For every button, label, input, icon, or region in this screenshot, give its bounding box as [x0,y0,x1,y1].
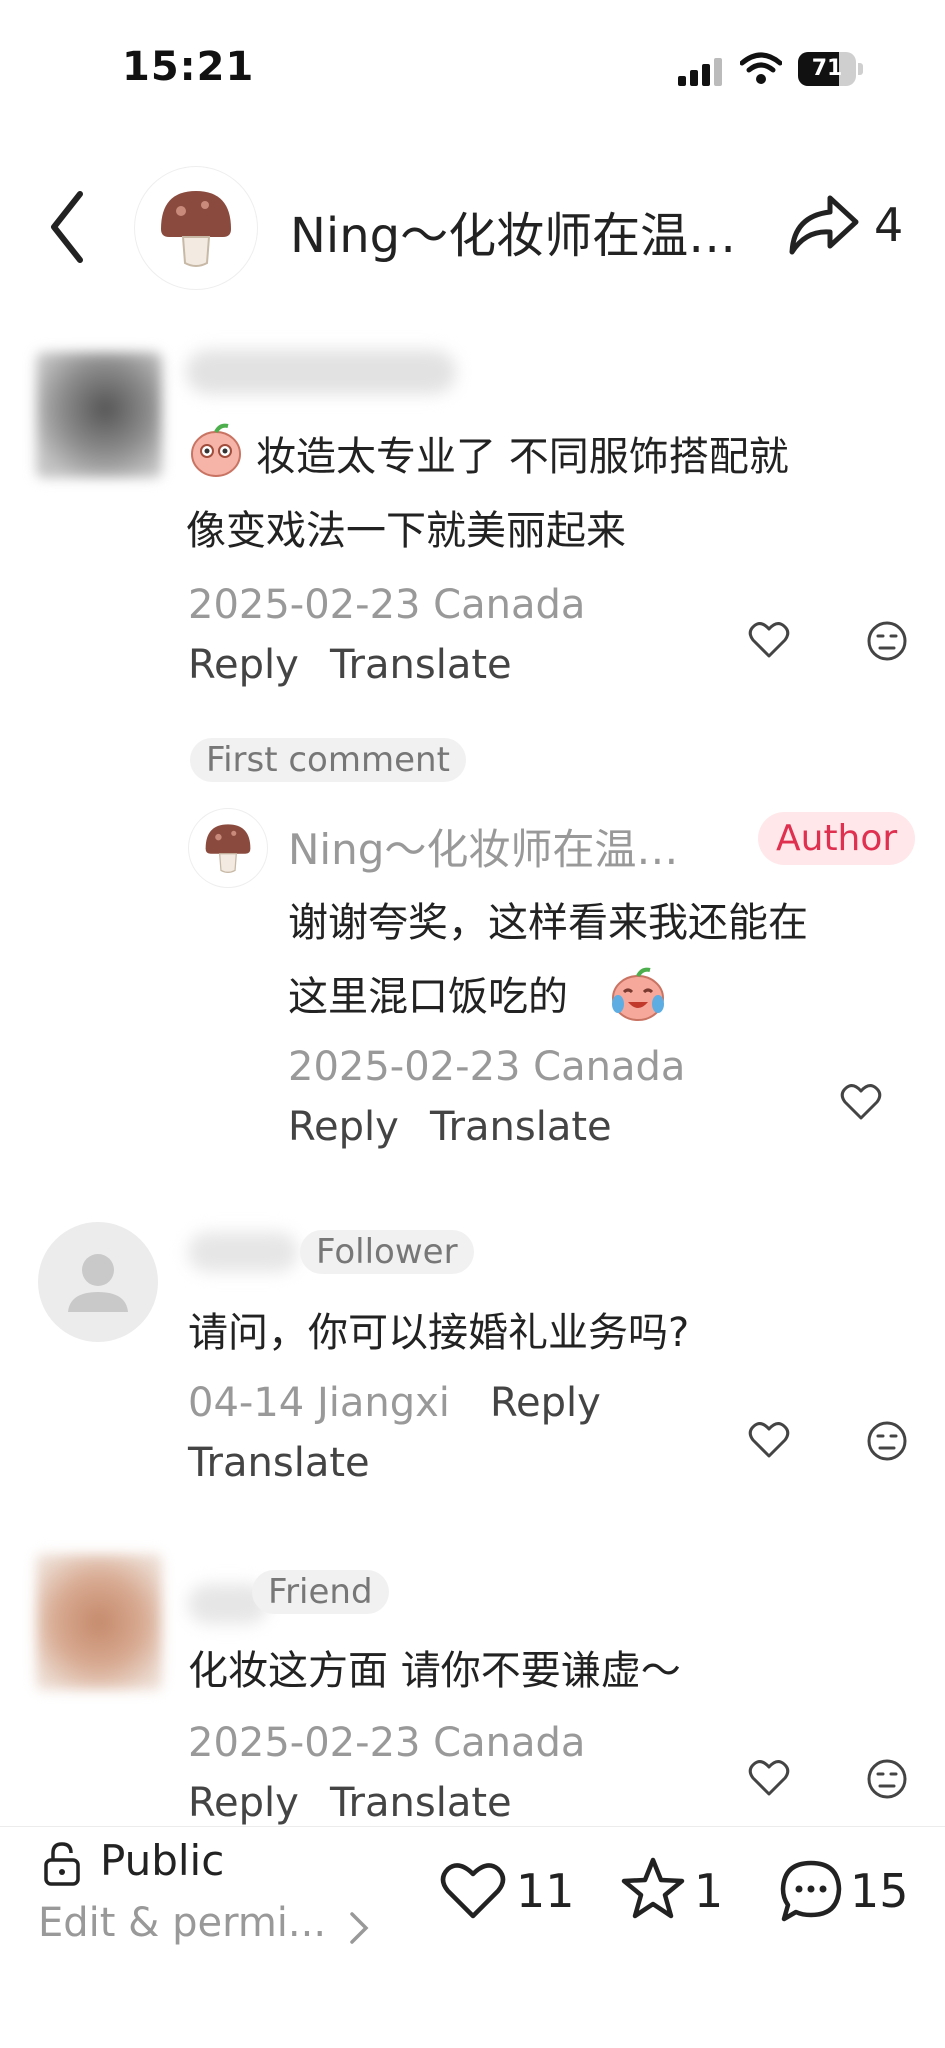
comment-meta: 2025-02-23 Canada [188,1720,586,1766]
author-reply-avatar[interactable] [188,808,268,888]
commenter-name[interactable] [186,350,456,394]
comment-meta: 2025-02-23 Canada [188,582,586,628]
default-user-icon [68,1254,128,1312]
heart-icon[interactable] [748,620,790,660]
visibility-label[interactable]: Public [100,1836,224,1885]
comment-text: 妆造太专业了 不同服饰搭配就 [256,434,789,480]
comment-count: 15 [850,1864,909,1918]
friend-tag: Friend [252,1570,389,1614]
reply-button[interactable]: Reply [288,1104,399,1150]
edit-permissions-link[interactable]: Edit & permi... [38,1900,326,1946]
commenter-avatar[interactable] [36,352,162,478]
reply-button[interactable]: Reply [490,1380,601,1426]
comment-text: 请问，你可以接婚礼业务吗? [188,1310,690,1356]
dislike-emoji-icon[interactable] [866,620,908,662]
reply-button[interactable]: Reply [188,642,299,688]
mushroom-icon [161,191,231,267]
author-badge: Author [758,812,916,865]
translate-button[interactable]: Translate [430,1104,612,1150]
comment-text: 像变戏法一下就美丽起来 [186,508,626,554]
favorite-count: 1 [694,1864,724,1918]
reply-text: 谢谢夸奖，这样看来我还能在 [288,900,808,946]
dislike-emoji-icon[interactable] [866,1758,908,1800]
battery-icon: 71 [798,52,864,86]
translate-button[interactable]: Translate [330,642,512,688]
comment-text: 化妆这方面 请你不要谦虚～ [188,1648,681,1694]
comment-meta: 04-14 Jiangxi [188,1380,450,1426]
first-comment-label: First comment [190,738,466,782]
chevron-right-icon[interactable] [348,1910,370,1946]
emoji-laugh-cry-icon [612,967,664,1021]
status-time: 15:21 [122,44,255,90]
battery-level: 71 [811,56,843,81]
favorite-star-icon[interactable] [620,1856,686,1922]
header-title[interactable]: Ning～化妆师在温… [290,196,760,266]
cellular-signal-icon [678,58,722,86]
commenter-name[interactable] [188,1232,298,1272]
reply-button[interactable]: Reply [188,1780,299,1826]
like-count: 11 [516,1864,575,1918]
share-count: 4 [874,198,904,252]
commenter-avatar[interactable] [38,1222,158,1342]
translate-button[interactable]: Translate [188,1440,370,1486]
heart-icon[interactable] [840,1082,882,1122]
comment-bubble-icon[interactable] [778,1858,844,1924]
lock-icon [44,1842,80,1886]
wifi-icon [740,52,782,84]
author-avatar[interactable] [134,166,258,290]
translate-button[interactable]: Translate [330,1780,512,1826]
commenter-avatar[interactable] [36,1554,162,1690]
author-reply-name[interactable]: Ning～化妆师在温… [288,816,728,877]
heart-icon[interactable] [748,1420,790,1460]
mushroom-icon [205,824,251,873]
emoji-shy-icon [191,423,241,477]
divider [0,1826,945,1827]
heart-icon[interactable] [748,1758,790,1798]
follower-tag: Follower [300,1230,474,1274]
back-button[interactable] [44,188,90,266]
dislike-emoji-icon[interactable] [866,1420,908,1462]
reply-text: 这里混口饭吃的 [288,974,568,1020]
reply-meta: 2025-02-23 Canada [288,1044,686,1090]
share-icon[interactable] [786,190,862,260]
like-heart-icon[interactable] [440,1860,506,1922]
